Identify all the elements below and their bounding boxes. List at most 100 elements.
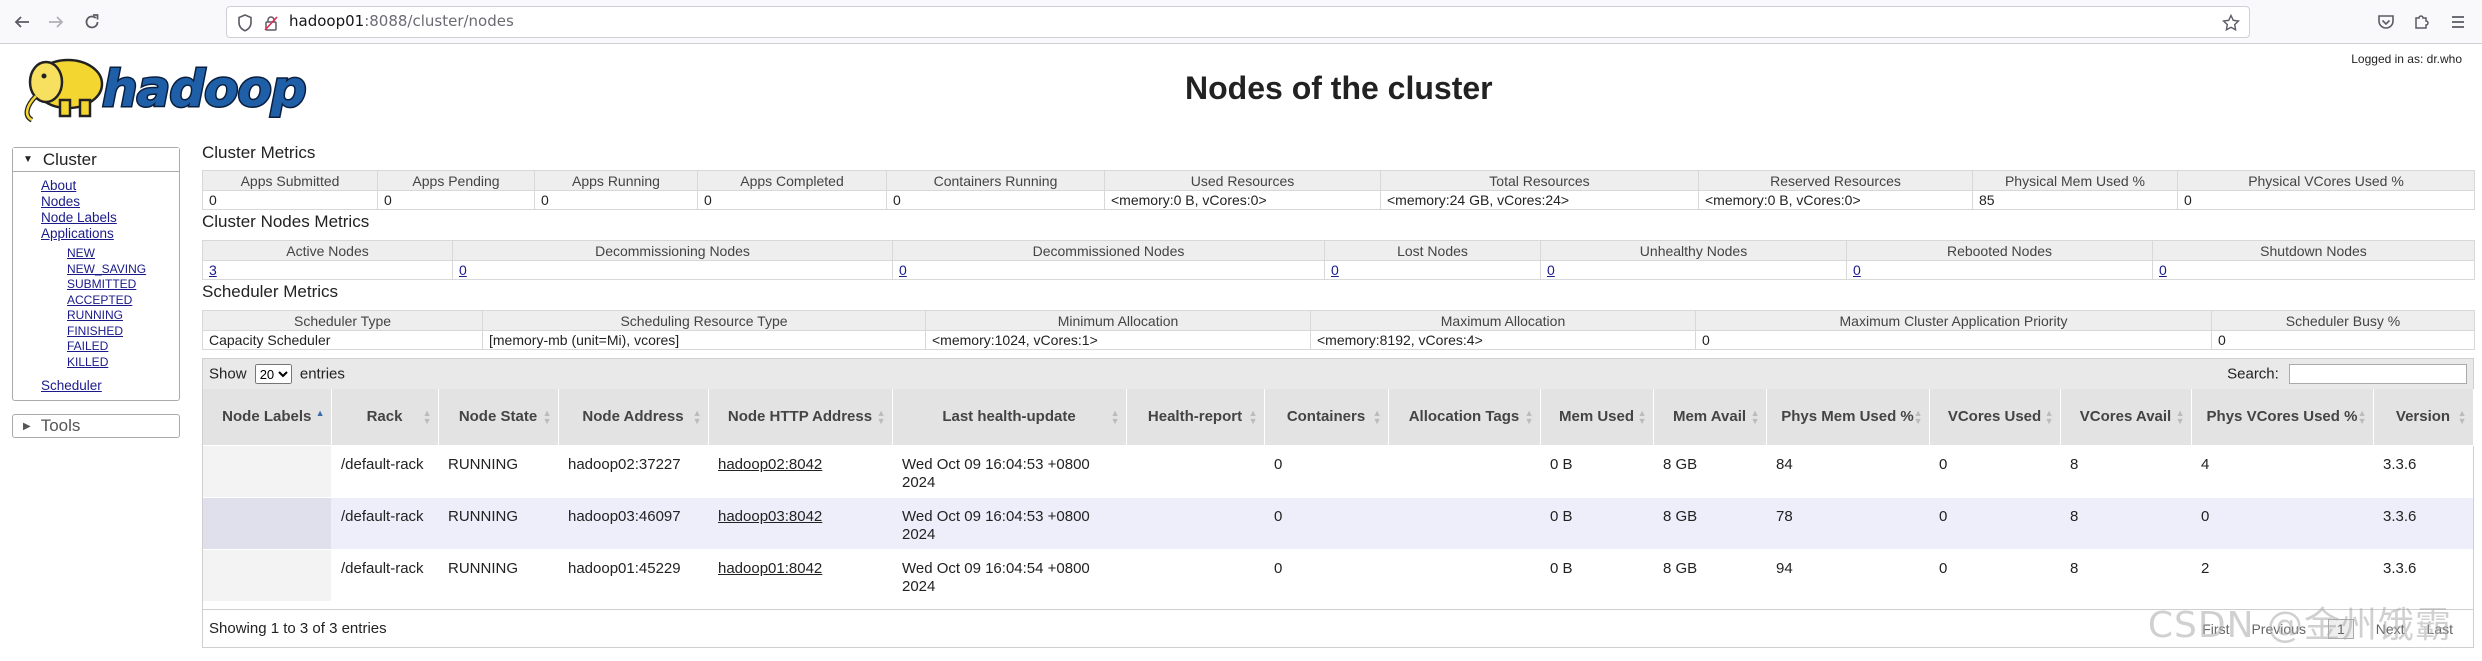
node-http-link[interactable]: hadoop02:8042 <box>718 456 822 473</box>
entries-label: entries <box>299 365 345 383</box>
triangle-down-icon: ▼ <box>23 154 33 165</box>
cell-mem-used: 0 B <box>1540 548 1653 601</box>
nav-app-new-saving[interactable]: NEW_SAVING <box>41 262 179 278</box>
cell-mem-avail: 8 GB <box>1653 548 1766 601</box>
triangle-right-icon: ▶ <box>23 420 31 432</box>
column-header-label: Allocation Tags <box>1408 407 1520 425</box>
column-header-label: Node Labels <box>222 407 312 425</box>
column-header-label: Node HTTP Address <box>727 407 873 425</box>
shield-icon[interactable] <box>235 13 255 33</box>
reload-icon[interactable] <box>78 8 106 36</box>
node_metrics-value-link[interactable]: 0 <box>459 262 467 278</box>
scheduler_metrics-header: Minimum Allocation <box>925 310 1311 331</box>
sort-icon: ▲ ▼ <box>1637 408 1647 426</box>
scheduler_metrics-value: 0 <box>1695 330 2212 350</box>
node_metrics-value-link[interactable]: 0 <box>1547 262 1555 278</box>
sort-icon: ▲ ▼ <box>2175 408 2185 426</box>
cell-report <box>1126 444 1264 497</box>
puzzle-icon[interactable] <box>2408 8 2436 36</box>
cell-address: hadoop02:37227 <box>558 444 708 497</box>
nav-tools-header[interactable]: ▶ Tools <box>12 414 180 438</box>
node-http-link[interactable]: hadoop03:8042 <box>718 508 822 525</box>
nav-cluster-label: Cluster <box>42 149 97 169</box>
column-header[interactable]: VCores Avail ▲ ▼ <box>2060 389 2192 445</box>
arrow-left-icon[interactable] <box>8 8 36 36</box>
watermark: CSDN @金州饿霸 <box>2147 605 2452 646</box>
arrow-right-icon[interactable] <box>42 8 70 36</box>
column-header[interactable]: VCores Used ▲ ▼ <box>1929 389 2061 445</box>
node_metrics-value-link[interactable]: 0 <box>1853 262 1861 278</box>
node_metrics-value-link[interactable]: 3 <box>209 262 217 278</box>
column-header[interactable]: Phys VCores Used % ▲ ▼ <box>2191 389 2374 445</box>
nav-app-accepted[interactable]: ACCEPTED <box>41 293 179 309</box>
node_metrics-value-link[interactable]: 0 <box>1331 262 1339 278</box>
node_metrics-header: Decommissioning Nodes <box>452 240 893 261</box>
cell-phys-vc: 0 <box>2191 496 2373 549</box>
nav-cluster-header[interactable]: ▼ Cluster <box>13 148 179 172</box>
node_metrics-value: 3 <box>202 260 453 280</box>
star-icon[interactable] <box>2221 13 2241 33</box>
column-header[interactable]: Node Address ▲ ▼ <box>558 389 709 445</box>
node_metrics-value-link[interactable]: 0 <box>899 262 907 278</box>
nav-app-killed[interactable]: KILLED <box>41 355 179 371</box>
scheduler-metrics-table: Scheduler Type Scheduling Resource Type Mi… <box>202 310 2475 350</box>
datatable-info: Showing 1 to 3 of 3 entries <box>209 620 387 637</box>
column-header[interactable]: Rack ▲ ▼ <box>331 389 439 445</box>
column-header[interactable]: Mem Used ▲ ▼ <box>1540 389 1654 445</box>
search-input[interactable] <box>2289 364 2467 384</box>
nav-app-running[interactable]: RUNNING <box>41 308 179 324</box>
node_metrics-value: 0 <box>1540 260 1847 280</box>
scheduler_metrics-header: Maximum Cluster Application Priority <box>1695 310 2212 331</box>
page-length-select[interactable]: 20 <box>254 364 292 384</box>
url-bar[interactable]: hadoop01:8088/cluster/nodes <box>226 6 2250 38</box>
cluster-metrics-table: Apps Submitted Apps Pending Apps Running Ap… <box>202 170 2475 210</box>
column-header[interactable]: Phys Mem Used % ▲ ▼ <box>1766 389 1930 445</box>
column-header-label: Node State <box>458 407 538 425</box>
nav-app-finished[interactable]: FINISHED <box>41 324 179 340</box>
column-header[interactable]: Last health-update ▲ ▼ <box>892 389 1127 445</box>
cluster_metrics-header: Used Resources <box>1104 170 1381 191</box>
cluster_metrics-header: Apps Pending <box>377 170 535 191</box>
nodes-table: Node Labels ▲ Rack ▲ ▼ Node State ▲ ▼ Node Addre… <box>203 389 2474 601</box>
node_metrics-value: 0 <box>2152 260 2475 280</box>
cell-mem-used: 0 B <box>1540 496 1653 549</box>
sort-icon: ▲ ▼ <box>1110 408 1120 426</box>
column-header[interactable]: Health-report ▲ ▼ <box>1126 389 1265 445</box>
hamburger-icon[interactable] <box>2444 8 2472 36</box>
cell-vc-used: 0 <box>1929 496 2060 549</box>
cluster_metrics-value: 0 <box>2177 190 2475 210</box>
sort-asc-icon: ▲ <box>315 408 325 418</box>
node_metrics-value-link[interactable]: 0 <box>2159 262 2167 278</box>
column-header[interactable]: Node HTTP Address ▲ ▼ <box>708 389 893 445</box>
cell-address: hadoop03:46097 <box>558 496 708 549</box>
pocket-icon[interactable] <box>2372 8 2400 36</box>
node-http-link[interactable]: hadoop01:8042 <box>718 560 822 577</box>
insecure-lock-icon[interactable] <box>261 13 281 33</box>
column-header[interactable]: Version ▲ ▼ <box>2373 389 2474 445</box>
column-header[interactable]: Node Labels ▲ <box>203 389 332 445</box>
cluster_metrics-value: <memory:0 B, vCores:0> <box>1698 190 1973 210</box>
cell-report <box>1126 548 1264 601</box>
node_metrics-header: Unhealthy Nodes <box>1540 240 1847 261</box>
scheduler_metrics-header: Scheduling Resource Type <box>482 310 926 331</box>
nav-link-scheduler[interactable]: Scheduler <box>41 378 179 394</box>
nav-link-node-labels[interactable]: Node Labels <box>41 210 179 226</box>
cell-http: hadoop01:8042 <box>708 548 892 601</box>
cell-rack: /default-rack <box>331 496 438 549</box>
column-header[interactable]: Containers ▲ ▼ <box>1264 389 1389 445</box>
nav-link-about[interactable]: About <box>41 178 179 194</box>
column-header[interactable]: Mem Avail ▲ ▼ <box>1653 389 1767 445</box>
nav-app-new[interactable]: NEW <box>41 246 179 262</box>
column-header[interactable]: Allocation Tags ▲ ▼ <box>1388 389 1541 445</box>
nav-app-submitted[interactable]: SUBMITTED <box>41 277 179 293</box>
sort-icon: ▲ ▼ <box>876 408 886 426</box>
cluster_metrics-value: <memory:24 GB, vCores:24> <box>1380 190 1699 210</box>
browser-toolbar: hadoop01:8088/cluster/nodes <box>0 0 2482 44</box>
url-host: hadoop01 <box>289 12 365 30</box>
nav-app-failed[interactable]: FAILED <box>41 339 179 355</box>
column-header[interactable]: Node State ▲ ▼ <box>438 389 559 445</box>
nav-link-applications[interactable]: Applications <box>41 226 179 242</box>
nav-link-nodes[interactable]: Nodes <box>41 194 179 210</box>
cluster_metrics-value: 0 <box>534 190 698 210</box>
cell-state: RUNNING <box>438 496 558 549</box>
